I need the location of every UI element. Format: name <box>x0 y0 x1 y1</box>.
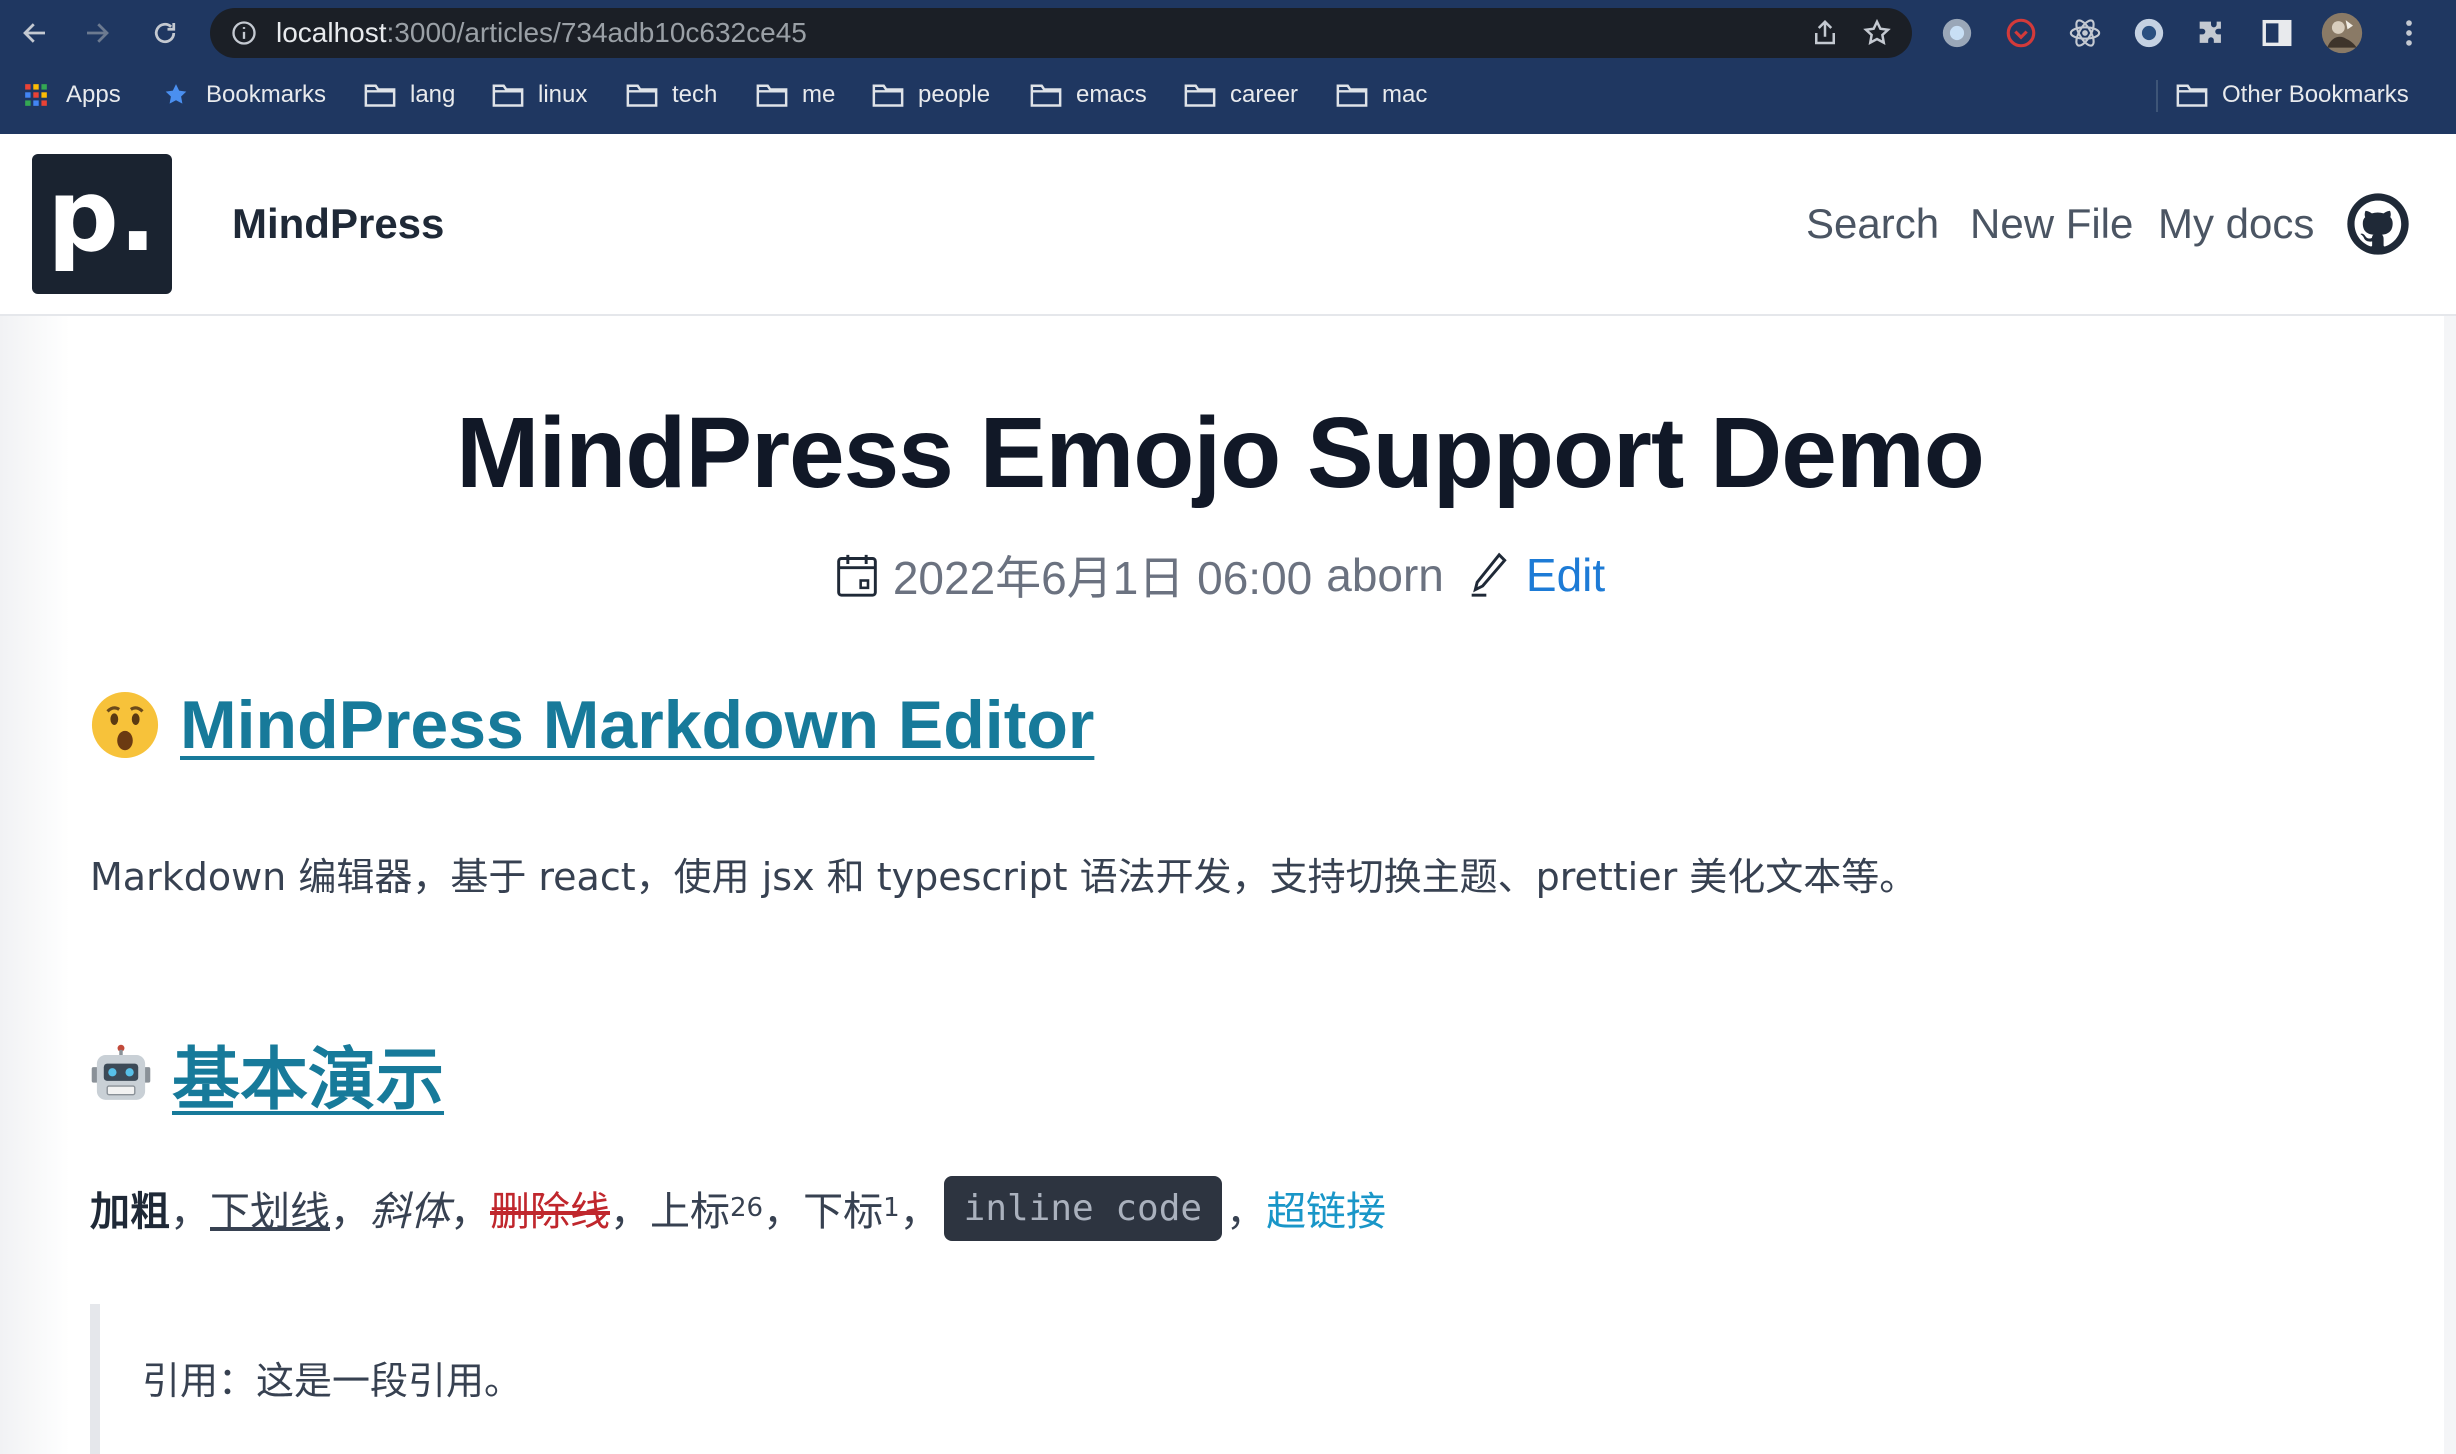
site-header: p. MindPress Search New File My docs <box>0 134 2456 316</box>
bookmark-label: people <box>918 81 991 108</box>
nav-new-file[interactable]: New File <box>1970 200 2133 248</box>
bookmark-label: tech <box>672 81 718 108</box>
bookmark-folder-people[interactable]: people <box>872 80 990 110</box>
subscript-base: 下标 <box>803 1189 884 1235</box>
hyperlink[interactable]: 超链接 <box>1266 1179 1386 1237</box>
site-logo[interactable]: p. <box>32 154 172 294</box>
edit-link[interactable]: Edit <box>1526 548 1605 602</box>
heading-basic-demo[interactable]: 基本演示 <box>90 1024 444 1123</box>
sidepanel-icon[interactable] <box>2260 16 2294 50</box>
underline-text: 下划线 <box>210 1189 330 1235</box>
folder-icon <box>1184 84 1216 107</box>
article-meta: 2022年6月1日 06:00 aborn Edit <box>0 542 2440 608</box>
avatar[interactable] <box>2320 11 2364 55</box>
puzzle-icon[interactable] <box>2194 16 2228 50</box>
bookmarks-divider <box>2156 80 2158 112</box>
bookmark-other[interactable]: Other Bookmarks <box>2176 80 2409 110</box>
reload-button[interactable] <box>144 12 186 54</box>
bookmark-bookmarks[interactable]: Bookmarks <box>160 80 326 110</box>
bookmark-folder-emacs[interactable]: emacs <box>1030 80 1147 110</box>
browser-toolbar: localhost:3000/articles/734adb10c632ce45 <box>0 0 2456 66</box>
separator: ， <box>330 1189 370 1235</box>
bookmark-label: lang <box>410 81 456 108</box>
extension-circle-icon[interactable] <box>1940 16 1974 50</box>
extension-drop-icon[interactable] <box>2132 16 2166 50</box>
bold-text: 加粗 <box>90 1189 170 1235</box>
heading-text: MindPress Markdown Editor <box>180 687 1095 763</box>
separator: ， <box>899 1189 940 1235</box>
folder-icon <box>364 84 396 107</box>
article-author: aborn <box>1326 549 1444 601</box>
logo-letter: p. <box>47 157 157 274</box>
url-text: localhost:3000/articles/734adb10c632ce45 <box>276 17 807 48</box>
separator: ， <box>1226 1189 1267 1235</box>
pencil-icon <box>1471 552 1507 597</box>
apps-grid-icon <box>25 84 47 106</box>
brand-name[interactable]: MindPress <box>232 200 444 248</box>
chrome-bottom-edge <box>0 124 2456 134</box>
superscript-base: 上标 <box>650 1189 730 1235</box>
bookmark-folder-linux[interactable]: linux <box>492 80 587 110</box>
inline-formatting-row: 加粗 ， 下划线 ， 斜体 ， 删除线 ， 上标 26 ， 下标 1 ， inlin… <box>90 1172 1386 1244</box>
back-button[interactable] <box>14 12 56 54</box>
bookmarks-bar: Apps Bookmarks lang linux tech me people <box>0 66 2456 124</box>
separator: ， <box>763 1189 804 1235</box>
bookmark-label: career <box>1230 81 1299 108</box>
folder-icon <box>756 84 788 107</box>
reload-icon <box>154 22 176 44</box>
react-icon[interactable] <box>2068 16 2102 50</box>
share-icon[interactable] <box>1810 18 1840 48</box>
strikethrough-text: 删除线 <box>490 1189 610 1235</box>
bookmark-folder-career[interactable]: career <box>1184 80 1298 110</box>
blockquote: 引用：这是一段引用。 <box>90 1304 2440 1454</box>
star-filled-icon <box>165 84 187 104</box>
bookmark-label: Other Bookmarks <box>2222 81 2409 108</box>
browser-chrome: localhost:3000/articles/734adb10c632ce45 <box>0 0 2456 134</box>
bookmark-label: Apps <box>66 81 121 108</box>
folder-icon <box>1030 84 1062 107</box>
intro-paragraph: Markdown 编辑器，基于 react，使用 jsx 和 typescrip… <box>90 855 1918 899</box>
heading-text: 基本演示 <box>172 1042 445 1118</box>
calendar-icon <box>837 554 877 597</box>
heading-markdown-editor[interactable]: MindPress Markdown Editor <box>90 686 1094 764</box>
address-bar[interactable]: localhost:3000/articles/734adb10c632ce45 <box>210 8 1912 58</box>
forward-button[interactable] <box>76 12 118 54</box>
menu-dots-icon[interactable] <box>2392 16 2426 50</box>
blockquote-text: 引用：这是一段引用。 <box>142 1359 523 1403</box>
github-icon[interactable] <box>2346 192 2410 256</box>
arrow-left-icon <box>23 23 45 43</box>
arrow-right-icon <box>87 23 109 43</box>
robot-face-icon <box>91 1044 151 1100</box>
folder-icon <box>626 84 658 107</box>
folder-icon <box>872 84 904 107</box>
folder-icon <box>2176 84 2208 107</box>
italic-text: 斜体 <box>370 1189 450 1235</box>
inline-code: inline code <box>943 1175 1223 1241</box>
separator: ， <box>610 1189 650 1235</box>
scrollbar-track[interactable] <box>2444 316 2456 1454</box>
bookmark-folder-lang[interactable]: lang <box>364 80 455 110</box>
bookmark-folder-tech[interactable]: tech <box>626 80 717 110</box>
nav-search[interactable]: Search <box>1806 200 1939 248</box>
bookmark-apps[interactable]: Apps <box>20 80 121 110</box>
bookmark-label: linux <box>538 81 588 108</box>
folder-icon <box>492 84 524 107</box>
bookmark-folder-me[interactable]: me <box>756 80 835 110</box>
separator: ， <box>170 1189 210 1235</box>
bookmark-folder-mac[interactable]: mac <box>1336 80 1427 110</box>
separator: ， <box>450 1189 490 1235</box>
bookmark-label: me <box>802 81 836 108</box>
astonished-face-icon <box>91 691 159 759</box>
extension-record-icon[interactable] <box>2004 16 2038 50</box>
nav-my-docs[interactable]: My docs <box>2158 200 2314 248</box>
bookmark-label: emacs <box>1076 81 1147 108</box>
bookmark-label: Bookmarks <box>206 81 327 108</box>
folder-icon <box>1336 84 1368 107</box>
bookmark-label: mac <box>1382 81 1428 108</box>
article-date: 2022年6月1日 06:00 <box>892 552 1313 604</box>
info-icon[interactable] <box>230 19 258 47</box>
article-title: MindPress Emojo Support Demo <box>456 397 1985 509</box>
star-icon[interactable] <box>1862 18 1892 48</box>
